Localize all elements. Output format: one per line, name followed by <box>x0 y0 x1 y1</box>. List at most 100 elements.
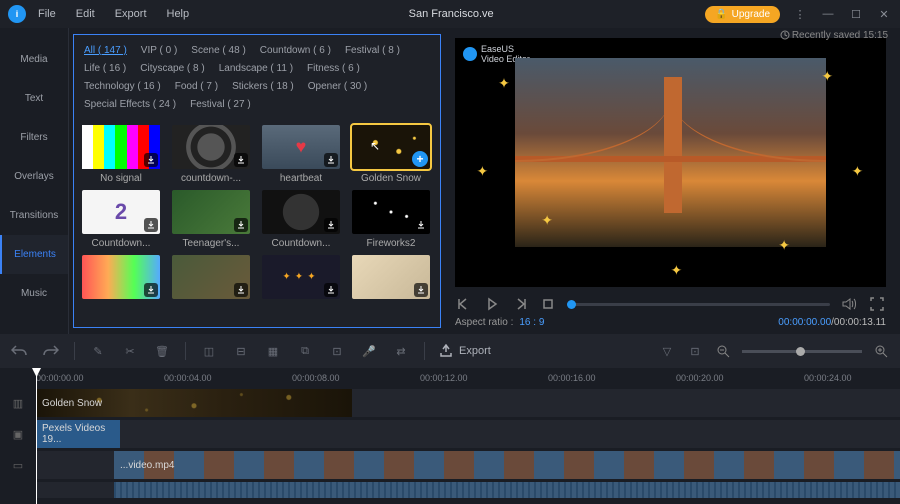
category-vip[interactable]: VIP ( 0 ) <box>141 43 178 59</box>
video-track[interactable]: ▭ ...video.mp4 <box>0 451 900 479</box>
category-opener[interactable]: Opener ( 30 ) <box>308 79 367 95</box>
sidebar-tab-transitions[interactable]: Transitions <box>0 196 68 235</box>
element-thumb[interactable]: No signal <box>82 125 160 184</box>
sidebar-tab-overlays[interactable]: Overlays <box>0 157 68 196</box>
download-icon[interactable] <box>324 153 338 167</box>
upgrade-button[interactable]: 🔒 Upgrade <box>705 6 780 23</box>
preview-info-bar: Aspect ratio : 16 : 9 00:00:00.00 / 00:0… <box>455 317 886 328</box>
element-thumb[interactable]: Teenager's... <box>172 190 250 249</box>
overlay-track-icon[interactable]: ▥ <box>0 397 36 410</box>
redo-button[interactable] <box>42 342 60 360</box>
element-thumb[interactable]: 2Countdown... <box>82 190 160 249</box>
clip-audio[interactable] <box>114 482 900 498</box>
fullscreen-icon[interactable] <box>868 295 886 313</box>
split-icon[interactable]: ⊟ <box>232 342 250 360</box>
menu-edit[interactable]: Edit <box>68 8 103 20</box>
minimize-icon[interactable]: — <box>820 6 836 22</box>
element-thumb[interactable]: Countdown... <box>262 190 340 249</box>
download-icon[interactable] <box>144 283 158 297</box>
edit-icon[interactable]: ✎ <box>89 342 107 360</box>
category-life[interactable]: Life ( 16 ) <box>84 61 126 77</box>
volume-icon[interactable] <box>840 295 858 313</box>
category-technology[interactable]: Technology ( 16 ) <box>84 79 161 95</box>
elements-grid[interactable]: No signalcountdown-...heartbeat↖+Golden … <box>74 121 440 327</box>
element-thumb[interactable] <box>352 255 430 303</box>
element-thumb[interactable] <box>82 255 160 303</box>
element-thumb[interactable] <box>172 255 250 303</box>
category-fitness[interactable]: Fitness ( 6 ) <box>307 61 360 77</box>
sidebar-tab-music[interactable]: Music <box>0 274 68 313</box>
category-festival[interactable]: Festival ( 8 ) <box>345 43 400 59</box>
category-cityscape[interactable]: Cityscape ( 8 ) <box>140 61 204 77</box>
download-icon[interactable] <box>234 218 248 232</box>
category-all[interactable]: All ( 147 ) <box>84 43 127 59</box>
speed-icon[interactable]: ⇄ <box>392 342 410 360</box>
next-frame-button[interactable] <box>511 295 529 313</box>
download-icon[interactable] <box>414 283 428 297</box>
export-button[interactable]: Export <box>439 344 491 358</box>
preview-frame <box>515 58 826 247</box>
download-icon[interactable] <box>234 283 248 297</box>
zoom-clip-icon[interactable]: ⊡ <box>328 342 346 360</box>
clip-pexels[interactable]: Pexels Videos 19... <box>36 420 120 448</box>
add-element-button[interactable]: + <box>412 151 428 167</box>
sidebar-tab-elements[interactable]: Elements <box>0 235 68 274</box>
zoom-in-icon[interactable] <box>872 342 890 360</box>
download-icon[interactable] <box>234 153 248 167</box>
cut-icon[interactable]: ✂ <box>121 342 139 360</box>
titlebar: i File Edit Export Help San Francisco.ve… <box>0 0 900 28</box>
marker-icon[interactable]: ▽ <box>658 342 676 360</box>
pip-track-icon[interactable]: ▣ <box>0 428 36 441</box>
playhead[interactable] <box>36 368 37 504</box>
download-icon[interactable] <box>414 218 428 232</box>
sidebar-tab-text[interactable]: Text <box>0 79 68 118</box>
preview-viewport[interactable]: EaseUS Video Editor ✦✦ ✦✦ ✦✦ ✦ <box>455 38 886 287</box>
pip-track[interactable]: ▣ Pexels Videos 19... <box>0 420 900 448</box>
category-scene[interactable]: Scene ( 48 ) <box>191 43 245 59</box>
sidebar-tab-filters[interactable]: Filters <box>0 118 68 157</box>
category-food[interactable]: Food ( 7 ) <box>175 79 218 95</box>
menu-help[interactable]: Help <box>159 8 198 20</box>
crop-icon[interactable]: ◫ <box>200 342 218 360</box>
aspect-ratio-value[interactable]: 16 : 9 <box>519 317 544 328</box>
maximize-icon[interactable]: ☐ <box>848 6 864 22</box>
video-track-icon[interactable]: ▭ <box>0 459 36 472</box>
sidebar-tab-media[interactable]: Media <box>0 40 68 79</box>
category-landscape[interactable]: Landscape ( 11 ) <box>219 61 293 77</box>
timeline[interactable]: 00:00:00.0000:00:04.0000:00:08.0000:00:1… <box>0 368 900 504</box>
voiceover-icon[interactable]: 🎤 <box>360 342 378 360</box>
element-thumb[interactable] <box>262 255 340 303</box>
element-thumb[interactable]: countdown-... <box>172 125 250 184</box>
delete-icon[interactable]: 🗑 <box>153 342 171 360</box>
stop-button[interactable] <box>539 295 557 313</box>
time-ruler[interactable]: 00:00:00.0000:00:04.0000:00:08.0000:00:1… <box>36 371 900 389</box>
menu-file[interactable]: File <box>30 8 64 20</box>
zoom-out-icon[interactable] <box>714 342 732 360</box>
prev-frame-button[interactable] <box>455 295 473 313</box>
menu-export[interactable]: Export <box>107 8 155 20</box>
download-icon[interactable] <box>324 283 338 297</box>
category-stickers[interactable]: Stickers ( 18 ) <box>232 79 294 95</box>
mosaic-icon[interactable]: ▦ <box>264 342 282 360</box>
element-thumb[interactable]: ↖+Golden Snow <box>352 125 430 184</box>
download-icon[interactable] <box>144 218 158 232</box>
element-thumb[interactable]: heartbeat <box>262 125 340 184</box>
clip-golden-snow[interactable]: Golden Snow <box>36 389 352 417</box>
download-icon[interactable] <box>144 153 158 167</box>
playhead-scrubber[interactable] <box>567 303 830 306</box>
freeze-icon[interactable]: ⧉ <box>296 342 314 360</box>
fit-icon[interactable]: ⊡ <box>686 342 704 360</box>
category-countdown[interactable]: Countdown ( 6 ) <box>260 43 331 59</box>
settings-icon[interactable]: ⋮ <box>792 6 808 22</box>
zoom-slider[interactable] <box>742 350 862 353</box>
close-icon[interactable]: ✕ <box>876 6 892 22</box>
download-icon[interactable] <box>324 218 338 232</box>
category-special-effects[interactable]: Special Effects ( 24 ) <box>84 97 176 113</box>
undo-button[interactable] <box>10 342 28 360</box>
category-festival[interactable]: Festival ( 27 ) <box>190 97 251 113</box>
play-button[interactable] <box>483 295 501 313</box>
element-thumb[interactable]: Fireworks2 <box>352 190 430 249</box>
audio-track[interactable] <box>0 482 900 498</box>
clip-video[interactable]: ...video.mp4 <box>114 451 900 479</box>
overlay-track[interactable]: ▥ Golden Snow <box>0 389 900 417</box>
